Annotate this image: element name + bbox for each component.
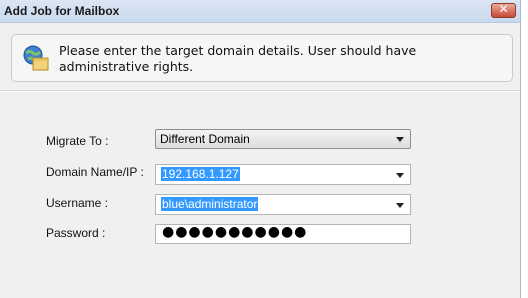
- chevron-down-icon: [396, 137, 404, 142]
- chevron-down-icon[interactable]: [396, 173, 404, 178]
- username-combo[interactable]: blue\administrator: [155, 194, 411, 215]
- password-label: Password :: [46, 226, 106, 240]
- title-bar: Add Job for Mailbox ✕: [0, 0, 520, 23]
- globe-folder-icon: [23, 45, 49, 71]
- divider: [0, 90, 520, 92]
- migrate-to-label: Migrate To :: [46, 134, 109, 148]
- password-mask: ●●●●●●●●●●●: [162, 224, 308, 240]
- domain-value: 192.168.1.127: [161, 167, 240, 181]
- close-icon: ✕: [498, 2, 509, 16]
- window-title: Add Job for Mailbox: [4, 4, 120, 18]
- domain-combo[interactable]: 192.168.1.127: [155, 164, 411, 185]
- close-button[interactable]: ✕: [491, 2, 516, 18]
- info-message: Please enter the target domain details. …: [59, 43, 417, 74]
- domain-label: Domain Name/IP :: [46, 165, 144, 179]
- background-strip: [521, 0, 528, 298]
- password-field[interactable]: ●●●●●●●●●●●: [155, 224, 411, 244]
- info-panel: Please enter the target domain details. …: [11, 34, 513, 82]
- chevron-down-icon[interactable]: [396, 203, 404, 208]
- migrate-to-value: Different Domain: [160, 132, 250, 146]
- migrate-to-select[interactable]: Different Domain: [155, 129, 411, 149]
- username-value: blue\administrator: [161, 197, 259, 211]
- add-job-dialog: Add Job for Mailbox ✕ Please enter the t…: [0, 0, 521, 298]
- username-label: Username :: [46, 196, 109, 210]
